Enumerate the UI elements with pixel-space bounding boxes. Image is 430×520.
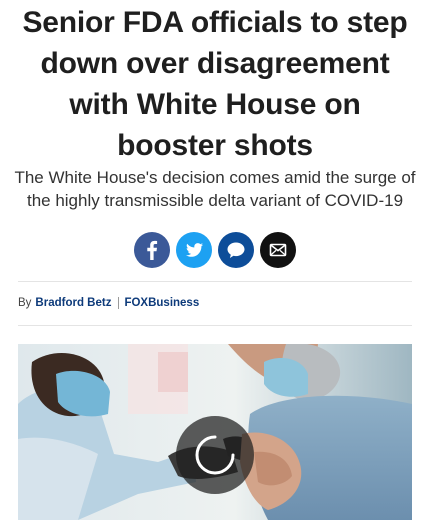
byline-separator — [118, 297, 120, 309]
byline: By Bradford Betz FOXBusiness — [18, 295, 199, 311]
loading-overlay[interactable] — [176, 416, 254, 494]
byline-prefix: By — [18, 297, 32, 309]
loading-spinner-icon — [195, 435, 235, 475]
comment-icon — [227, 242, 245, 258]
facebook-icon — [147, 240, 158, 260]
share-bar — [0, 232, 430, 268]
facebook-share-button[interactable] — [134, 232, 170, 268]
envelope-icon — [269, 243, 287, 257]
video-player[interactable] — [18, 344, 412, 520]
byline-bottom-divider — [18, 325, 412, 326]
article: Senior FDA officials to step down over d… — [0, 0, 430, 520]
author-link[interactable]: Bradford Betz — [35, 297, 111, 309]
twitter-icon — [186, 243, 204, 257]
headline: Senior FDA officials to step down over d… — [22, 6, 408, 162]
byline-top-divider — [18, 281, 412, 282]
subheadline: The White House's decision comes amid th… — [14, 168, 416, 210]
source-link[interactable]: FOXBusiness — [124, 297, 199, 309]
twitter-share-button[interactable] — [176, 232, 212, 268]
comments-button[interactable] — [218, 232, 254, 268]
email-share-button[interactable] — [260, 232, 296, 268]
